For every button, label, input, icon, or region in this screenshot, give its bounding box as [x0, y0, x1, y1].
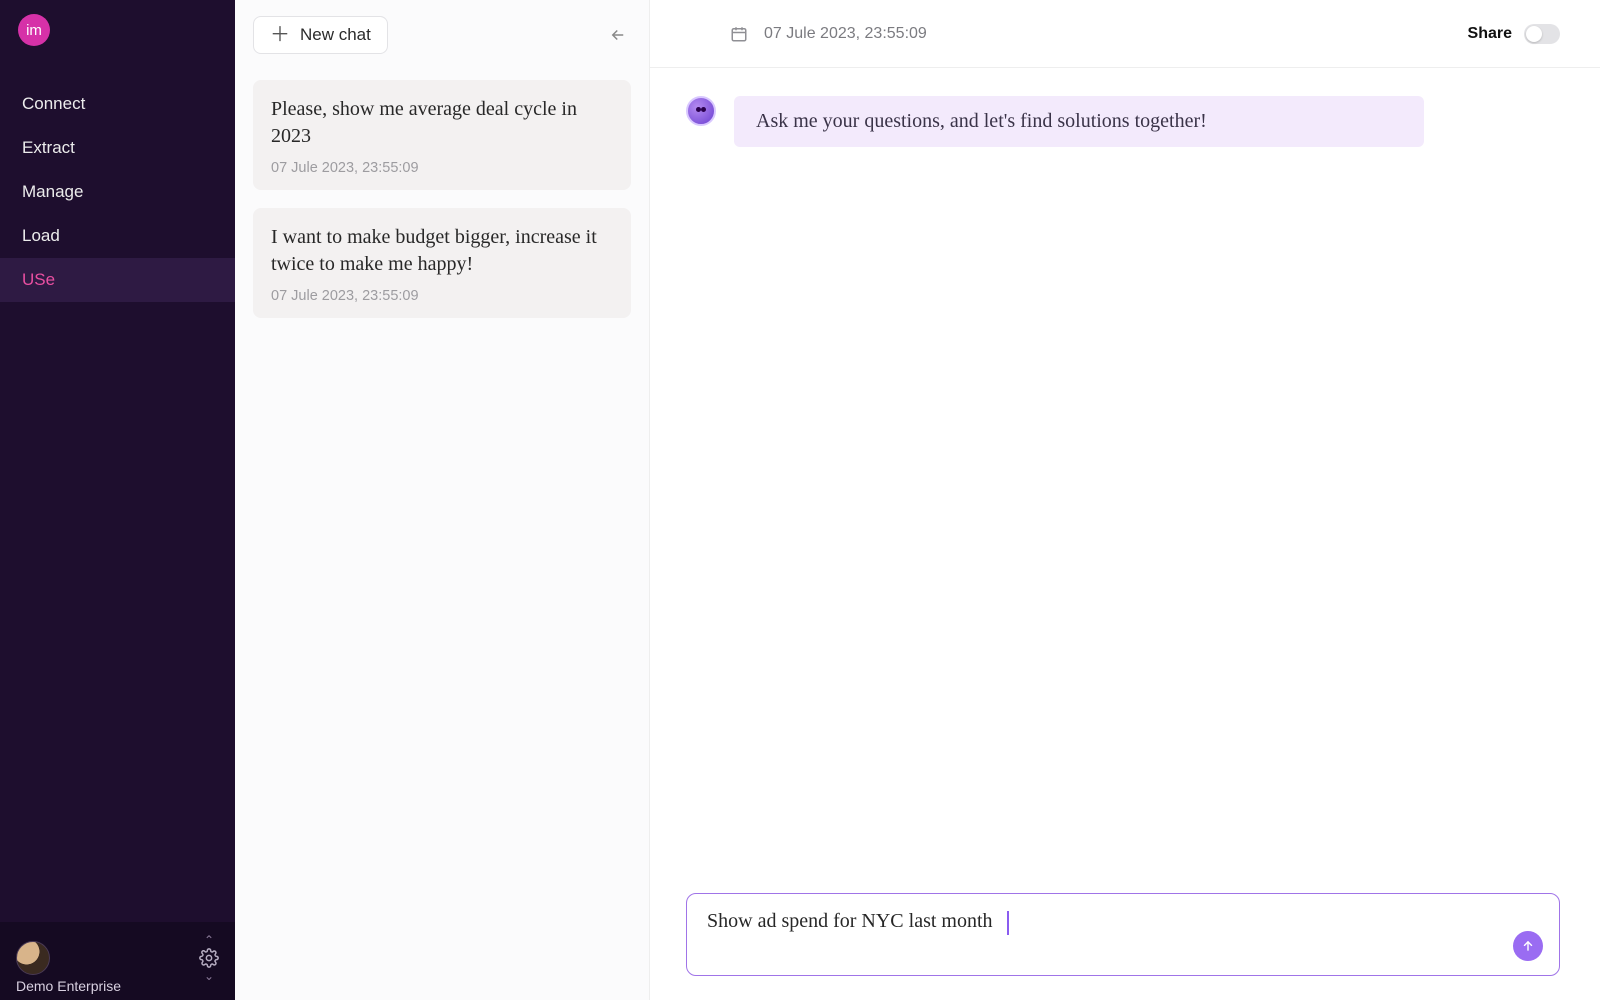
chat-main: 07 Jule 2023, 23:55:09 Share Ask me your… [650, 0, 1600, 1000]
bot-message-text: Ask me your questions, and let's find so… [756, 110, 1207, 132]
arrow-up-icon [1521, 939, 1535, 953]
sidebar-item-manage[interactable]: Manage [0, 170, 235, 214]
sidebar-item-label: Load [22, 226, 60, 245]
arrow-left-icon [609, 26, 627, 44]
sidebar-item-extract[interactable]: Extract [0, 126, 235, 170]
chat-header: 07 Jule 2023, 23:55:09 Share [650, 0, 1600, 68]
message-composer[interactable]: Show ad spend for NYC last month [686, 893, 1560, 976]
sidebar-item-connect[interactable]: Connect [0, 82, 235, 126]
chat-history-panel: ＋ New chat Please, show me average deal … [235, 0, 650, 1000]
share-control: Share [1468, 24, 1560, 44]
chat-body: Ask me your questions, and let's find so… [650, 68, 1600, 1000]
bot-message-bubble: Ask me your questions, and let's find so… [734, 96, 1424, 147]
collapse-history-button[interactable] [605, 22, 631, 48]
share-label: Share [1468, 25, 1512, 43]
history-list: Please, show me average deal cycle in 20… [235, 70, 649, 328]
sidebar: im Connect Extract Manage Load USe ⌃ [0, 0, 235, 1000]
sidebar-item-label: USe [22, 270, 55, 289]
new-chat-button[interactable]: ＋ New chat [253, 16, 388, 54]
history-item-timestamp: 07 Jule 2023, 23:55:09 [271, 160, 613, 176]
new-chat-label: New chat [300, 25, 371, 45]
history-item[interactable]: I want to make budget bigger, increase i… [253, 208, 631, 318]
user-avatar[interactable] [16, 941, 50, 975]
history-toolbar: ＋ New chat [235, 0, 649, 70]
plus-icon: ＋ [270, 28, 290, 42]
calendar-icon [730, 25, 748, 43]
bot-message-row: Ask me your questions, and let's find so… [686, 96, 1520, 147]
gear-icon [199, 948, 219, 968]
chevron-up-icon: ⌃ [204, 936, 214, 944]
history-item[interactable]: Please, show me average deal cycle in 20… [253, 80, 631, 190]
user-name: Demo Enterprise [16, 978, 121, 994]
history-item-title: Please, show me average deal cycle in 20… [271, 96, 613, 150]
history-item-title: I want to make budget bigger, increase i… [271, 224, 613, 278]
share-toggle[interactable] [1524, 24, 1560, 44]
sidebar-item-label: Extract [22, 138, 75, 157]
sidebar-footer: ⌃ ⌄ Demo Enterprise [0, 922, 235, 1000]
sidebar-item-label: Manage [22, 182, 83, 201]
logo-badge: im [18, 14, 50, 46]
sidebar-item-use[interactable]: USe [0, 258, 235, 302]
chevron-down-icon: ⌄ [204, 972, 214, 980]
composer-input[interactable]: Show ad spend for NYC last month [707, 910, 993, 932]
send-button[interactable] [1513, 931, 1543, 961]
chat-date: 07 Jule 2023, 23:55:09 [764, 25, 927, 43]
app-logo[interactable]: im [0, 0, 235, 56]
sidebar-nav: Connect Extract Manage Load USe [0, 82, 235, 922]
bot-avatar-icon [686, 96, 716, 126]
text-cursor [1007, 911, 1009, 935]
sidebar-item-load[interactable]: Load [0, 214, 235, 258]
logo-text: im [26, 22, 42, 39]
history-item-timestamp: 07 Jule 2023, 23:55:09 [271, 288, 613, 304]
sidebar-item-label: Connect [22, 94, 85, 113]
settings-button[interactable] [199, 948, 219, 968]
